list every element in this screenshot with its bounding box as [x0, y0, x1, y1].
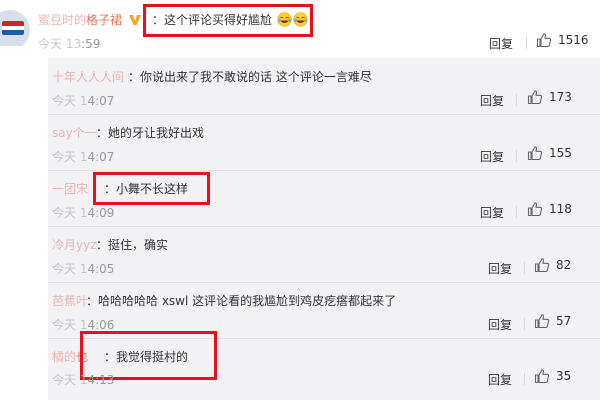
comment-time: 今天 13:59	[38, 37, 101, 51]
action-divider	[524, 262, 525, 274]
action-divider	[524, 373, 525, 385]
reply-text: ：挺住，确实	[96, 238, 169, 252]
reply-text: ：她的牙让我好出戏	[96, 126, 205, 140]
reply-text: ：哈哈哈哈哈 xswl 这评论看的我尴尬到鸡皮疙瘩都起来了	[86, 294, 397, 308]
reply-time: 今天 14:07	[52, 150, 115, 164]
reply-button[interactable]: 回复	[489, 35, 513, 52]
action-divider	[524, 318, 525, 330]
reply-button[interactable]: 回复	[480, 148, 504, 165]
action-divider	[516, 150, 517, 162]
thumbs-up-icon	[527, 146, 543, 161]
reply-divider	[48, 114, 600, 115]
action-divider	[516, 94, 517, 106]
vip-badge-icon	[128, 15, 141, 25]
reply-time: 今天 14:07	[52, 94, 115, 108]
action-divider	[526, 37, 527, 49]
reply-time: 今天 14:13	[52, 373, 115, 387]
reply-author[interactable]: 十年人人人间	[52, 68, 124, 85]
like-button[interactable]: 1516	[536, 32, 589, 48]
like-count: 35	[556, 369, 572, 383]
reply-button[interactable]: 回复	[488, 371, 512, 388]
reply-divider	[48, 226, 600, 227]
reply-button[interactable]: 回复	[480, 92, 504, 109]
like-button[interactable]: 155	[527, 145, 572, 161]
comment-author[interactable]: 蜜豆时的格子裙	[38, 11, 142, 28]
thumbs-up-icon	[527, 90, 543, 105]
reply-button[interactable]: 回复	[488, 316, 512, 333]
reply-button[interactable]: 回复	[480, 204, 504, 221]
reply-button[interactable]: 回复	[488, 260, 512, 277]
reply-author[interactable]: 芭蕉叶	[52, 292, 88, 309]
like-count: 82	[556, 258, 572, 272]
like-button[interactable]: 118	[527, 201, 572, 217]
like-count: 155	[549, 146, 572, 160]
reply-author[interactable]: 一团宋	[52, 180, 88, 197]
highlight-box	[93, 172, 210, 205]
like-button[interactable]: 82	[534, 257, 571, 273]
reply-text: ：你说出来了我不敢说的话 这个评论一言难尽	[128, 70, 372, 84]
reply-time: 今天 14:09	[52, 206, 115, 220]
like-button[interactable]: 57	[534, 313, 571, 329]
thumbs-up-icon	[536, 33, 552, 48]
thumbs-up-icon	[527, 202, 543, 217]
like-button[interactable]: 173	[527, 89, 572, 105]
thumbs-up-icon	[534, 258, 550, 273]
reply-author[interactable]: say个一	[52, 124, 97, 141]
thumbs-up-icon	[534, 369, 550, 384]
reply-divider	[48, 282, 600, 283]
thumbs-up-icon	[534, 314, 550, 329]
reply-divider	[48, 170, 600, 171]
like-count: 173	[549, 90, 572, 104]
avatar[interactable]	[0, 6, 30, 46]
comment-thread: 蜜豆时的格子裙 ：这个评论买得好尴尬 今天 13:59 回复 1516 十年人人…	[0, 0, 600, 400]
action-divider	[516, 206, 517, 218]
like-count: 57	[556, 314, 572, 328]
like-count: 1516	[558, 33, 589, 47]
like-button[interactable]: 35	[534, 368, 571, 384]
highlight-box	[143, 4, 313, 37]
like-count: 118	[549, 202, 572, 216]
reply-time: 今天 14:05	[52, 262, 115, 276]
reply-author[interactable]: 冷月yyz	[52, 236, 97, 253]
